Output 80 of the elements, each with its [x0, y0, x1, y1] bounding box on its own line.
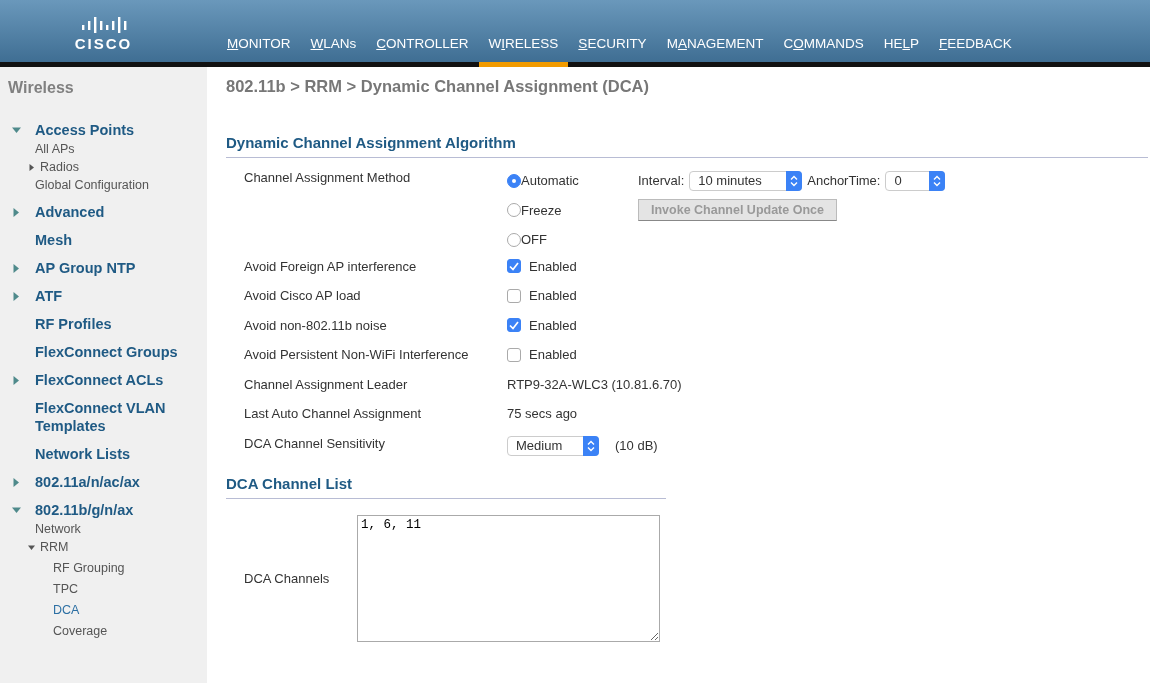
sidebar-item[interactable]: 802.11a/n/ac/ax [35, 473, 140, 491]
menu-item[interactable]: MANAGEMENT [656, 36, 774, 67]
sidebar-item[interactable]: Network Lists [35, 445, 131, 463]
radio-button[interactable] [507, 173, 521, 188]
sidebar-item[interactable]: RF Profiles [35, 315, 112, 333]
menu-item[interactable]: MONITOR [217, 36, 301, 67]
radio-option[interactable]: Automatic [507, 173, 638, 189]
radio-option[interactable]: Freeze [507, 202, 638, 218]
checkbox-label: Enabled [529, 288, 577, 303]
field-label: Channel Assignment Leader [244, 375, 409, 392]
page-title: 802.11b > RRM > Dynamic Channel Assignment (DCA) [226, 77, 650, 96]
chevron-icon [929, 170, 946, 191]
field-value: 75 secs ago [507, 405, 578, 421]
sidebar-subitem[interactable]: Network [35, 521, 81, 537]
chevron-icon [583, 435, 599, 456]
expand-arrow-icon[interactable] [12, 263, 21, 273]
field-label: Avoid Cisco AP load [244, 287, 362, 303]
field-label: AnchorTime: [807, 173, 881, 189]
checkbox[interactable] [507, 288, 521, 303]
sidebar-item[interactable]: AP Group NTP [35, 259, 136, 277]
sidebar-title: Wireless [8, 79, 75, 97]
field-label: Avoid Persistent Non-WiFi Interference [244, 346, 470, 362]
sidebar-item[interactable]: FlexConnect Groups [35, 343, 178, 361]
expand-arrow-icon[interactable] [12, 375, 21, 385]
sidebar-item[interactable]: ATF [35, 287, 63, 305]
radio-option[interactable]: OFF [507, 232, 638, 248]
field-label: Channel Assignment Method [244, 169, 412, 185]
sidebar-subitem[interactable]: Radios [40, 159, 79, 175]
expand-arrow-icon[interactable] [28, 543, 35, 551]
sidebar-subitem[interactable]: DCA [53, 603, 80, 617]
sidebar-item[interactable]: FlexConnect VLAN Templates [35, 399, 205, 435]
checkbox[interactable] [507, 259, 521, 273]
field-label: Avoid non-802.11b noise [244, 316, 388, 333]
anchor-time-select[interactable]: 0 [885, 170, 946, 191]
field-label: Last Auto Channel Assignment [244, 405, 423, 421]
field-label: Interval: [638, 173, 685, 189]
expand-arrow-icon[interactable] [12, 207, 21, 217]
checkbox-label: Enabled [529, 258, 577, 274]
expand-arrow-icon[interactable] [12, 291, 21, 301]
sidebar-subitem[interactable]: All APs [35, 141, 75, 157]
sidebar-subitem[interactable]: RRM [40, 539, 69, 555]
field-label: Avoid Foreign AP interference [244, 257, 418, 274]
field-label: DCA Channel Sensitivity [244, 434, 386, 451]
checkbox[interactable] [507, 318, 521, 332]
menu-item[interactable]: WLANs [300, 36, 367, 67]
sensitivity-select[interactable]: Medium [507, 435, 599, 456]
sidebar-subitem[interactable]: RF Grouping [53, 561, 125, 575]
sidebar-item[interactable]: Mesh [35, 231, 73, 249]
radio-button[interactable] [507, 203, 521, 218]
menu-item[interactable]: FEEDBACK [929, 36, 1022, 67]
field-label: DCA Channels [244, 571, 331, 586]
logo-bars-icon [80, 17, 127, 33]
checkbox-label: Enabled [529, 317, 577, 333]
interval-select[interactable]: 10 minutes [689, 170, 803, 191]
sidebar-subitem[interactable]: Global Configuration [35, 177, 149, 193]
sidebar-item[interactable]: Advanced [35, 203, 105, 221]
radio-button[interactable] [507, 232, 521, 247]
checkbox[interactable] [507, 347, 521, 362]
expand-arrow-icon[interactable] [12, 505, 21, 515]
expand-arrow-icon[interactable] [12, 125, 21, 135]
sidebar-subitem[interactable]: TPC [53, 582, 78, 596]
expand-arrow-icon[interactable] [28, 163, 35, 171]
menu-item[interactable]: WIRELESS [478, 36, 569, 67]
menu-item[interactable]: CONTROLLER [366, 36, 479, 67]
logo-text: CISCO [74, 35, 133, 52]
menu-item[interactable]: COMMANDS [773, 36, 874, 67]
sidebar-subitem[interactable]: Coverage [53, 624, 108, 638]
section-title: Dynamic Channel Assignment Algorithm [226, 134, 1148, 158]
menu-item[interactable]: HELP [873, 36, 929, 67]
menu-item[interactable]: SECURITY [568, 36, 657, 67]
field-value: RTP9-32A-WLC3 (10.81.6.70) [507, 375, 682, 392]
sidebar-item[interactable]: FlexConnect ACLs [35, 371, 164, 389]
channels-text-area[interactable]: 1, 6, 11 [357, 515, 660, 642]
chevron-icon [786, 170, 803, 191]
sensitivity-reading: (10 dB) [615, 438, 658, 453]
sidebar-item[interactable]: Access Points [35, 121, 135, 139]
checkbox-label: Enabled [529, 347, 577, 362]
section-title: DCA Channel List [226, 475, 666, 499]
sidebar-item[interactable]: 802.11b/g/n/ax [35, 501, 134, 519]
expand-arrow-icon[interactable] [12, 477, 21, 487]
